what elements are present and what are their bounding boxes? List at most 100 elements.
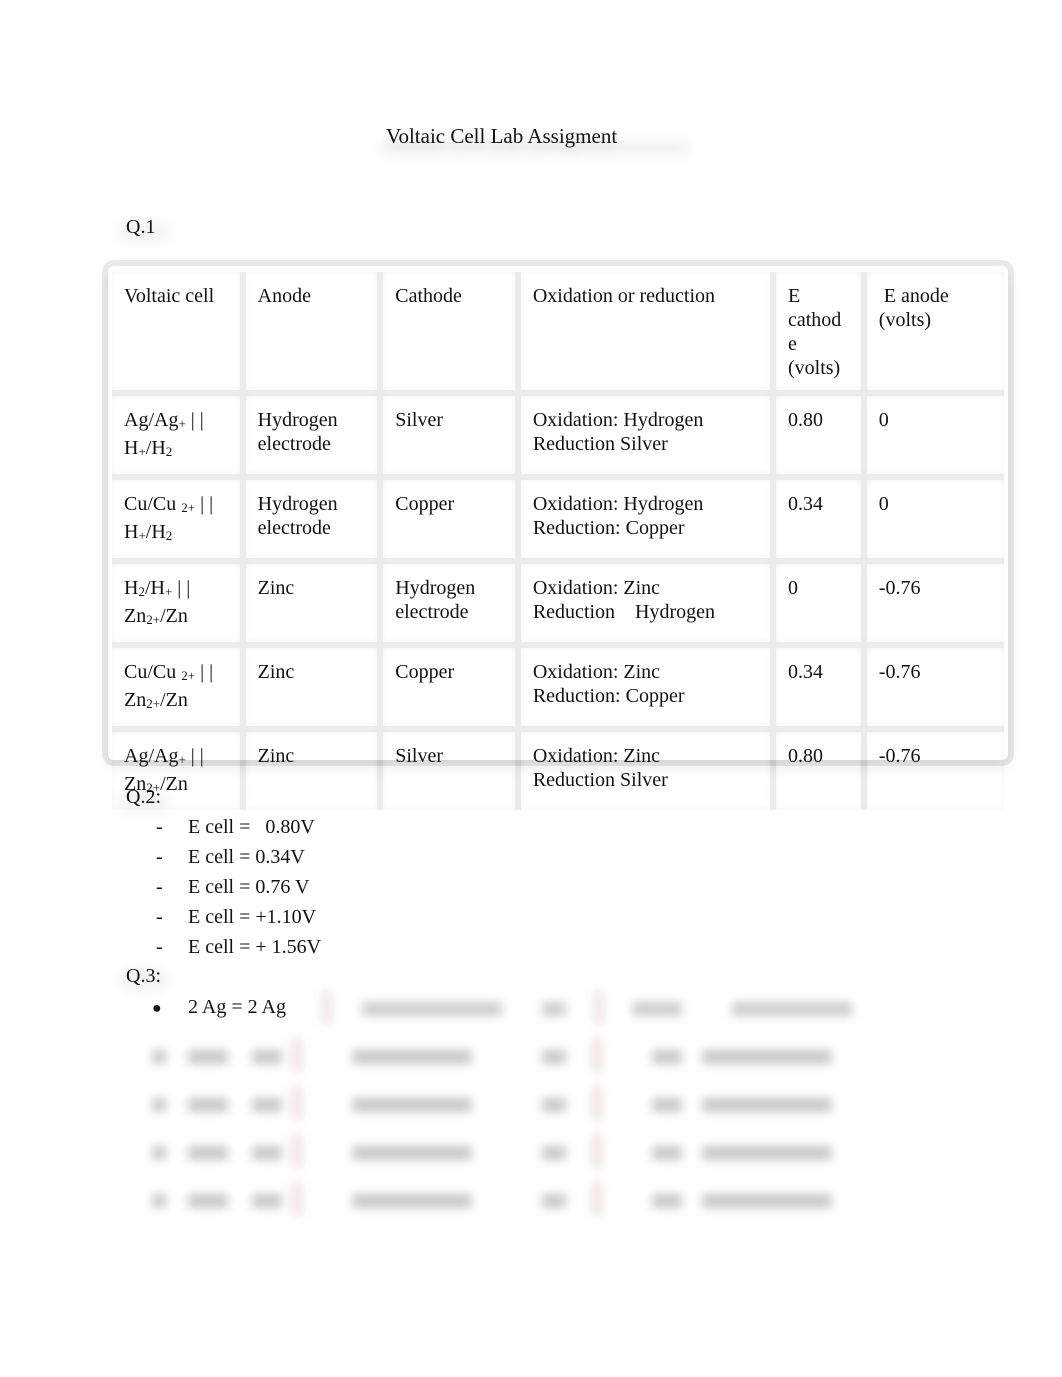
table-row: H2/H+ | | Zn2+/Zn Zinc Hydrogen electrode Oxi… [112, 564, 1004, 648]
cell-notation-line: Zn2+/Zn [124, 604, 228, 632]
cell-cathode: Silver [383, 732, 521, 810]
cathode-line: Silver [395, 409, 444, 431]
cell-anode: Zinc [246, 732, 384, 810]
cell-cathode: Silver [383, 396, 521, 480]
cathode-line: Silver [395, 745, 444, 767]
notation-part: Cu/Cu [124, 493, 182, 515]
table-header-row: Voltaic cell Anode Cathode Oxidation or … [112, 272, 1004, 396]
notation-salt-bridge: | | [185, 409, 204, 431]
notation-part: Zn [124, 605, 147, 627]
notation-charge: + [178, 416, 186, 431]
header-e-cathode-line: (volts) [788, 357, 841, 379]
oxred-line: Reduction Silver [532, 769, 668, 791]
notation-salt-bridge: | | [195, 661, 214, 683]
cell-voltaic-cell: Cu/Cu 2+ | | Zn2+/Zn [112, 648, 246, 732]
oxred-line: Oxidation: Zinc [532, 577, 661, 599]
notation-part: Ag/Ag [124, 745, 179, 767]
header-e-cathode: E cathod e (volts) [776, 272, 867, 396]
cell-e-anode: -0.76 [866, 564, 1004, 648]
cell-e-anode: 0 [866, 480, 1004, 564]
cell-e-anode: -0.76 [866, 648, 1004, 732]
oxred-line: Reduction Silver [532, 433, 668, 455]
blurred-q3-item [152, 1038, 882, 1072]
cell-e-cathode: 0.80 [776, 396, 867, 480]
notation-charge: + [138, 444, 146, 459]
blurred-q3-item [152, 1086, 882, 1120]
cathode-line: Copper [395, 661, 455, 683]
cathode-line: electrode [395, 601, 469, 623]
cell-e-cathode: 0.34 [776, 648, 867, 732]
q3-item-text: 2 Ag = 2 Ag [188, 996, 286, 1018]
question-1-label: Q.1 [126, 216, 156, 238]
cell-e-cathode: 0.34 [776, 480, 867, 564]
document-title: Voltaic Cell Lab Assigment [386, 124, 618, 148]
oxred-line: Oxidation: Zinc [532, 745, 661, 767]
cell-anode: Hydrogen electrode [245, 480, 384, 564]
notation-part: Cu/Cu [124, 661, 182, 683]
voltaic-cell-table: Voltaic cell Anode Cathode Oxidation or … [112, 272, 1004, 810]
header-e-anode: E anode (volts) [866, 272, 1004, 396]
cell-notation-line: H+/H2 [124, 436, 228, 464]
header-e-anode-line: E anode [878, 285, 949, 307]
cell-oxidation-reduction: Oxidation: Zinc Reduction Hydrogen [520, 564, 776, 648]
notation-part: Ag/Ag [124, 409, 179, 431]
header-e-cathode-line: E [788, 285, 801, 307]
q2-item: - E cell = 0.34V [150, 842, 321, 872]
cell-notation-line: H+/H2 [124, 520, 228, 548]
anode-line: Zinc [257, 577, 295, 599]
oxred-line: Oxidation: Zinc [532, 661, 661, 683]
notation-salt-bridge: | | [195, 493, 214, 515]
cell-e-cathode: 0.80 [776, 732, 867, 810]
question-2-label: Q.2: [126, 786, 161, 808]
anode-line: Zinc [257, 661, 295, 683]
dash-bullet-icon: - [156, 876, 163, 898]
dash-bullet-icon: - [156, 846, 163, 868]
cell-anode: Zinc [245, 648, 384, 732]
blurred-q3-item [152, 1182, 882, 1216]
notation-subscript: 2 [165, 444, 173, 459]
notation-charge: + [178, 752, 186, 767]
cell-voltaic-cell: Ag/Ag+ | | H+/H2 [112, 396, 246, 480]
notation-salt-bridge: | | [172, 577, 191, 599]
table-row: Ag/Ag+ | | H+/H2 Hydrogen electrode Silver Ox… [112, 396, 1004, 480]
q2-item-text: E cell = + 1.56V [188, 936, 322, 958]
oxred-line: Oxidation: Hydrogen [532, 493, 704, 515]
cell-voltaic-cell: Cu/Cu 2+ | | H+/H2 [112, 480, 246, 564]
notation-part: /Zn [160, 689, 188, 711]
bullet-icon: ● [152, 1000, 162, 1017]
notation-part: H [124, 521, 139, 543]
cell-notation-line: Ag/Ag+ | | [124, 744, 228, 772]
cell-cathode: Copper [383, 648, 521, 732]
anode-line: Zinc [257, 745, 295, 767]
cell-notation-line: H2/H+ | | [124, 576, 228, 604]
q2-item-text: E cell = +1.10V [188, 906, 317, 928]
q2-answer-list: - E cell = 0.80V - E cell = 0.34V - E cell = … [150, 812, 321, 962]
cathode-line: Copper [395, 493, 455, 515]
header-cathode: Cathode [383, 272, 521, 396]
notation-subscript: 2 [165, 528, 173, 543]
cell-voltaic-cell: H2/H+ | | Zn2+/Zn [112, 564, 246, 648]
cell-notation-line: Cu/Cu 2+ | | [124, 660, 228, 688]
header-anode: Anode [245, 272, 384, 396]
blurred-q3-item [152, 1134, 882, 1168]
dash-bullet-icon: - [156, 816, 163, 838]
notation-part: Zn [124, 689, 147, 711]
notation-part: H [124, 437, 139, 459]
q2-item-text: E cell = 0.80V [188, 816, 315, 838]
header-e-anode-line: (volts) [878, 309, 932, 331]
oxred-line: Oxidation: Hydrogen [532, 409, 704, 431]
anode-line: electrode [257, 517, 331, 539]
notation-charge: 2+ [181, 500, 196, 515]
header-voltaic-cell: Voltaic cell [112, 272, 246, 396]
cell-notation-line: Zn2+/Zn [124, 688, 228, 716]
cell-cathode: Hydrogen electrode [383, 564, 521, 648]
anode-line: electrode [257, 433, 331, 455]
cell-notation-line: Cu/Cu 2+ | | [124, 492, 228, 520]
cell-oxidation-reduction: Oxidation: Zinc Reduction Silver [521, 732, 776, 810]
cell-anode: Zinc [245, 564, 384, 648]
notation-salt-bridge: | | [185, 745, 204, 767]
cell-e-cathode: 0 [776, 564, 867, 648]
notation-charge: 2+ [146, 696, 161, 711]
table-row: Cu/Cu 2+ | | H+/H2 Hydrogen electrode Copper… [112, 480, 1004, 564]
notation-charge: 2+ [181, 668, 196, 683]
